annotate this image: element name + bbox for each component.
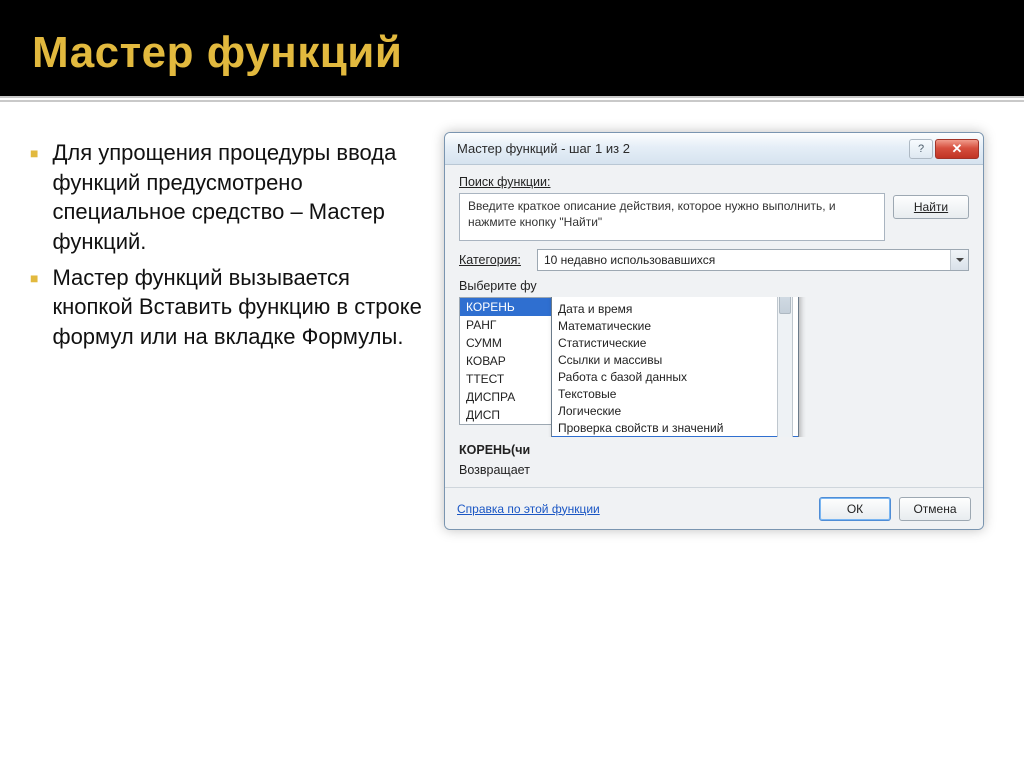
dropdown-item[interactable]: Проверка свойств и значений xyxy=(552,419,798,436)
slide: Мастер функций Для упрощения процедуры в… xyxy=(0,0,1024,768)
dialog-titlebar[interactable]: Мастер функций - шаг 1 из 2 ? ✕ xyxy=(445,133,983,165)
ok-button[interactable]: ОК xyxy=(819,497,891,521)
category-label: Категория: xyxy=(459,253,529,267)
function-wizard-dialog: Мастер функций - шаг 1 из 2 ? ✕ Поиск фу… xyxy=(444,132,984,530)
bullet-item: Для упрощения процедуры ввода функций пр… xyxy=(30,138,430,257)
find-button[interactable]: Найти xyxy=(893,195,969,219)
text-column: Для упрощения процедуры ввода функций пр… xyxy=(30,132,430,748)
help-icon[interactable]: ? xyxy=(909,139,933,159)
dropdown-item[interactable]: Работа с базой данных xyxy=(552,368,798,385)
dropdown-item[interactable]: Математические xyxy=(552,317,798,334)
category-value: 10 недавно использовавшихся xyxy=(544,253,715,267)
function-description: КОРЕНЬ(чи xyxy=(459,443,969,457)
category-dropdown-panel[interactable]: Полный алфавитный переченьФинансовыеДата… xyxy=(551,297,799,437)
function-return: Возвращает xyxy=(459,463,969,477)
function-list-area: КОРЕНЬРАНГСУММКОВАРТТЕСТДИСПРАДИСП Полны… xyxy=(459,297,969,437)
dropdown-item[interactable]: Дата и время xyxy=(552,300,798,317)
dropdown-item[interactable]: Ссылки и массивы xyxy=(552,351,798,368)
dialog-column: Мастер функций - шаг 1 из 2 ? ✕ Поиск фу… xyxy=(444,132,1004,748)
search-input[interactable]: Введите краткое описание действия, котор… xyxy=(459,193,885,241)
dialog-title: Мастер функций - шаг 1 из 2 xyxy=(457,141,907,156)
dropdown-item[interactable]: Статистические xyxy=(552,334,798,351)
bullet-item: Мастер функций вызывается кнопкой Встави… xyxy=(30,263,430,352)
title-bar: Мастер функций xyxy=(0,0,1024,96)
dropdown-item[interactable]: Инженерные xyxy=(552,436,798,437)
help-link[interactable]: Справка по этой функции xyxy=(457,502,600,516)
bullet-list: Для упрощения процедуры ввода функций пр… xyxy=(30,138,430,352)
dialog-body: Поиск функции: Введите краткое описание … xyxy=(445,165,983,529)
chevron-down-icon[interactable] xyxy=(950,250,968,270)
dialog-footer: Справка по этой функции ОК Отмена xyxy=(445,487,983,529)
slide-title: Мастер функций xyxy=(32,28,992,78)
content-area: Для упрощения процедуры ввода функций пр… xyxy=(0,102,1024,768)
search-label: Поиск функции: xyxy=(459,175,550,189)
dropdown-item[interactable]: Логические xyxy=(552,402,798,419)
close-icon[interactable]: ✕ xyxy=(935,139,979,159)
cancel-button[interactable]: Отмена xyxy=(899,497,971,521)
category-combo[interactable]: 10 недавно использовавшихся xyxy=(537,249,969,271)
scrollbar[interactable] xyxy=(777,297,793,437)
select-function-label: Выберите фу xyxy=(459,279,969,293)
dropdown-item[interactable]: Текстовые xyxy=(552,385,798,402)
scroll-thumb[interactable] xyxy=(779,297,791,314)
